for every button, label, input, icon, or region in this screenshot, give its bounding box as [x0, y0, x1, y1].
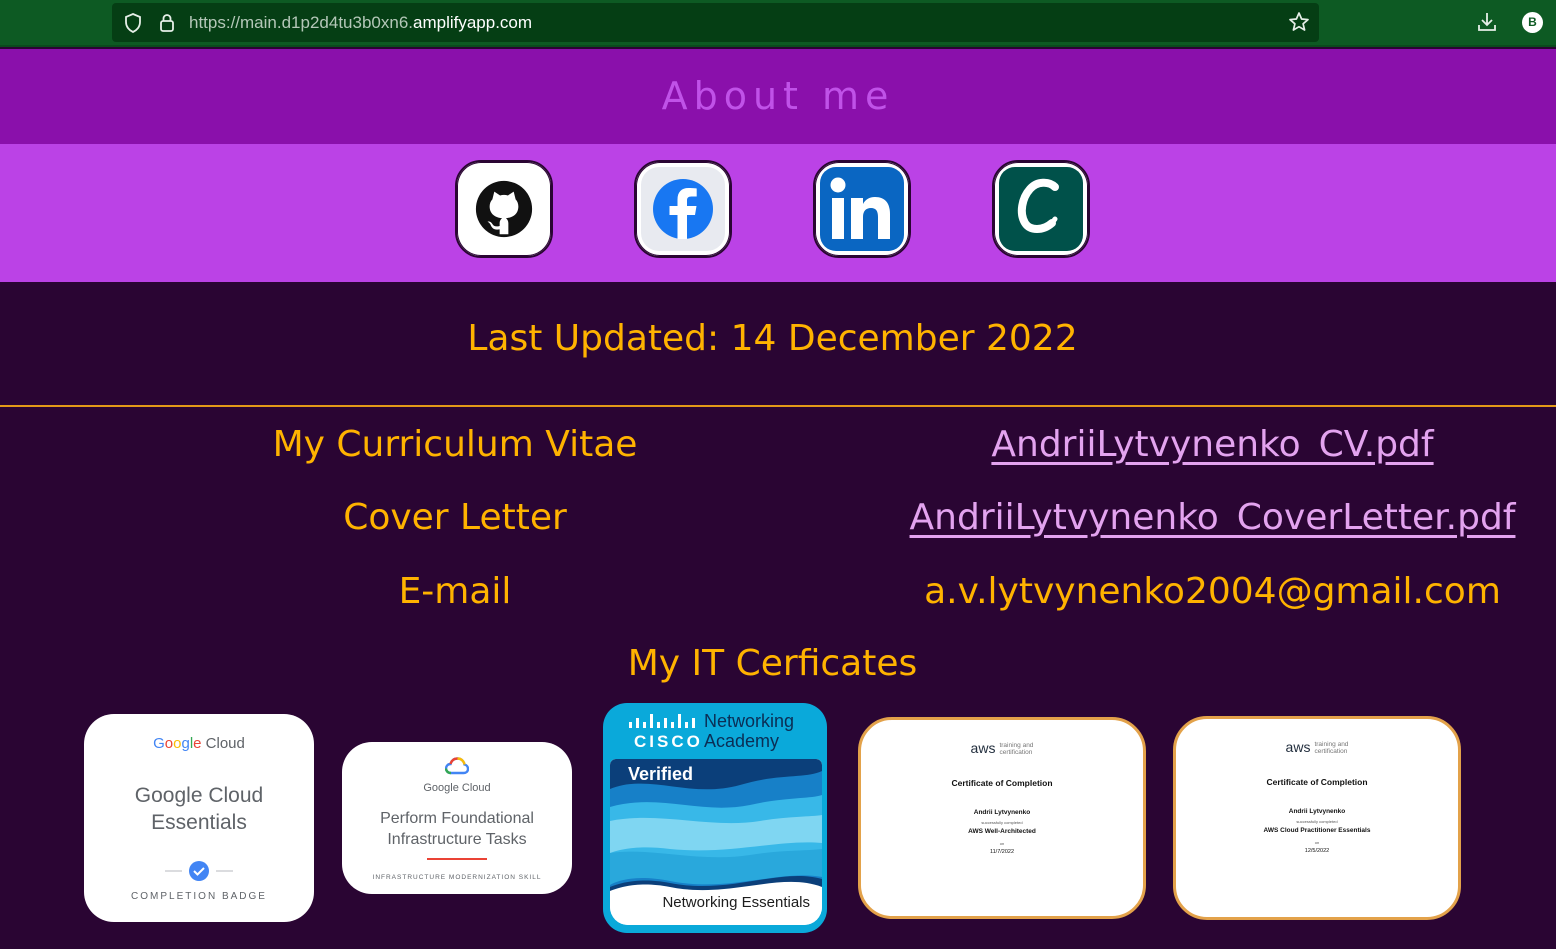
- google-cloud-icon: [445, 757, 469, 775]
- browser-toolbar: https://main.d1p2d4tu3b0xn6.amplifyapp.c…: [0, 0, 1556, 47]
- cert-course: AWS Cloud Practitioner Essentials: [1263, 827, 1371, 834]
- cert-recipient: Andrii Lytvynenko: [973, 809, 1031, 816]
- divider: [427, 858, 487, 860]
- download-icon[interactable]: [1476, 10, 1498, 38]
- github-icon: [475, 180, 533, 238]
- cert-cisco-networking-essentials[interactable]: CISCO Networking Academy Verified Networ…: [603, 703, 827, 933]
- bookmark-star-icon[interactable]: [1288, 11, 1310, 37]
- social-links-band: [0, 144, 1556, 282]
- url-text[interactable]: https://main.d1p2d4tu3b0xn6.amplifyapp.c…: [189, 13, 532, 33]
- course-name: Networking Essentials: [662, 894, 810, 911]
- cert-aws-well-architected[interactable]: aws training and certification Certificate…: [858, 717, 1146, 919]
- cert-on: on: [1314, 840, 1320, 845]
- cover-letter-label: Cover Letter: [343, 497, 567, 538]
- page-title: About me: [661, 74, 895, 118]
- google-cloud-logo: Google Cloud: [423, 782, 491, 794]
- cisco-logo-icon: [629, 714, 695, 728]
- certificates-title: My IT Cerficates: [627, 643, 918, 684]
- verified-card: Verified Networking Essentials: [610, 759, 822, 925]
- aws-logo: aws training and certification: [1285, 739, 1349, 755]
- cert-date: 11/7/2022: [989, 849, 1015, 855]
- profile-icon[interactable]: B: [1522, 12, 1543, 33]
- verified-label: Verified: [628, 764, 694, 784]
- cert-date: 12/5/2022: [1304, 848, 1330, 854]
- linkedin-link[interactable]: [813, 160, 911, 258]
- google-cloud-logo: Google Cloud: [153, 735, 245, 752]
- cert-subtext: successfully completed: [1296, 819, 1338, 824]
- linkedin-icon: [820, 167, 904, 251]
- github-link[interactable]: [455, 160, 553, 258]
- email-label: E-mail: [398, 571, 512, 612]
- email-value: a.v.lytvynenko2004@gmail.com: [924, 571, 1501, 612]
- cert-on: on: [999, 841, 1005, 846]
- cert-course: AWS Well-Architected: [968, 828, 1036, 835]
- cert-google-cloud-essentials[interactable]: Google Cloud Google Cloud Essentials COMP…: [84, 714, 314, 922]
- academy-line2: Academy: [704, 731, 780, 751]
- cert-footer: INFRASTRUCTURE MODERNIZATION SKILL: [372, 874, 542, 881]
- cert-title: Google Cloud Essentials: [134, 784, 264, 834]
- cert-subtext: successfully completed: [981, 820, 1023, 825]
- cert-footer: COMPLETION BADGE: [131, 891, 267, 902]
- academy-line1: Networking: [704, 711, 795, 731]
- last-updated: Last Updated: 14 December 2022: [467, 318, 1078, 359]
- facebook-icon: [641, 167, 725, 251]
- lock-icon[interactable]: [158, 12, 176, 38]
- cisco-wordmark: CISCO: [634, 732, 703, 751]
- cv-link[interactable]: AndriiLytvynenko_CV.pdf: [890, 424, 1535, 465]
- cert-aws-cloud-practitioner[interactable]: aws training and certification Certificate…: [1173, 716, 1461, 920]
- shield-icon[interactable]: [123, 12, 143, 38]
- cert-title: Perform Foundational Infrastructure Tasks: [380, 810, 534, 848]
- credly-icon: [999, 167, 1083, 251]
- cv-label: My Curriculum Vitae: [272, 424, 638, 465]
- credly-link[interactable]: [992, 160, 1090, 258]
- cover-letter-link[interactable]: AndriiLytvynenko_CoverLetter.pdf: [890, 497, 1535, 538]
- aws-logo: aws training and certification: [970, 740, 1034, 756]
- address-bar[interactable]: https://main.d1p2d4tu3b0xn6.amplifyapp.c…: [112, 3, 1319, 42]
- facebook-link[interactable]: [634, 160, 732, 258]
- divider: [0, 405, 1556, 407]
- check-badge-icon: [165, 861, 233, 881]
- cert-recipient: Andrii Lytvynenko: [1288, 808, 1346, 815]
- cert-heading: Certificate of Completion: [951, 778, 1053, 788]
- cert-heading: Certificate of Completion: [1266, 777, 1368, 787]
- cert-foundational-infrastructure[interactable]: Google Cloud Perform Foundational Infrast…: [342, 742, 572, 894]
